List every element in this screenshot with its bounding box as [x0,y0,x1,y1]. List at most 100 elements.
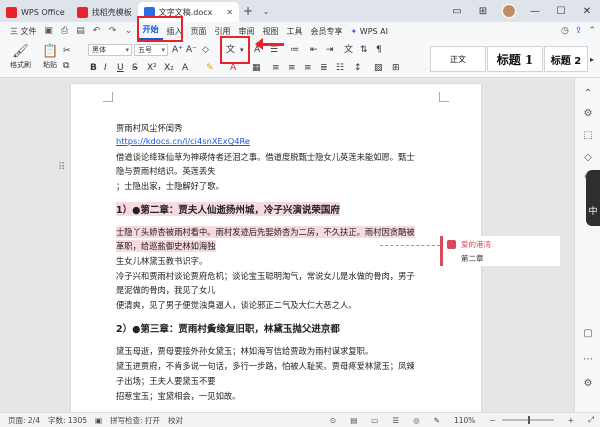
undo-icon[interactable]: ↶ [92,26,102,36]
decrease-indent-icon[interactable]: ⇤ [310,44,318,56]
subscript-icon[interactable]: X₂ [164,62,174,74]
shape-icon[interactable]: ◇ [582,152,594,164]
tab-wps-office[interactable]: WPS Office [0,2,71,22]
number-list-icon[interactable]: ≔ [290,44,299,56]
align-left-icon[interactable]: ≡ [272,62,280,74]
doc-line-commented: 革职，给巡盐御史林如海独 [116,240,216,252]
menu-view[interactable]: 视图 [259,26,283,37]
paste-button[interactable]: 📋 粘贴 [42,44,58,70]
share-icon[interactable]: ⇪ [575,26,583,36]
more-tools-icon[interactable]: ⋯ [582,354,594,366]
bold-icon[interactable]: B [90,62,97,74]
zoom-in-icon[interactable]: + [568,416,574,425]
document-page[interactable]: 贾雨村风尘怀闺秀 https://kdocs.cn/l/ci4snXExQ4Re… [71,84,481,412]
underline-icon[interactable]: U [117,62,124,74]
highlight-icon[interactable]: ✎ [206,62,214,74]
close-window-icon[interactable]: ✕ [574,6,600,17]
redo-icon[interactable]: ↷ [108,26,118,36]
menu-reference[interactable]: 引用 [211,26,235,37]
add-tab-button[interactable]: + [239,4,257,18]
web-view-icon[interactable]: ◎ [413,416,420,425]
doc-link[interactable]: https://kdocs.cn/l/ci4snXExQ4Re [116,136,250,146]
doc-line: 黛玉母逝，贾母要接外孙女黛玉；林如海写信给贾政为雨村谋求复职。 [116,346,374,356]
cut-icon[interactable]: ✂ [63,45,71,57]
print-icon[interactable]: ⎙ [60,26,70,36]
word-count[interactable]: 字数: 1305 [48,415,87,426]
styles-more-icon[interactable]: ▸ [590,54,594,66]
zoom-level[interactable]: 110% [454,416,475,425]
minimize-icon[interactable]: — [522,6,548,17]
ribbon-toolbar: 🖌 格式刷 📋 粘贴 ✂ ⧉ 黑体 五号 A⁺ A⁻ ◇ 文 ▾ A B I U… [0,40,600,78]
wps-ai-button[interactable]: ✦ WPS AI [347,27,392,36]
close-tab-icon[interactable]: ✕ [226,8,233,17]
justify-icon[interactable]: ≣ [320,62,328,74]
style-heading-1[interactable]: 标题 1 [487,46,543,72]
zoom-out-icon[interactable]: − [489,416,495,425]
text-effect-icon[interactable]: A [182,62,188,74]
brush-icon: 🖌 [12,44,29,59]
collapse-panel-icon[interactable]: ⌃ [582,88,594,100]
distribute-icon[interactable]: ☷ [336,62,344,74]
layout-icon[interactable]: ⊞ [470,6,496,17]
menu-member[interactable]: 会员专享 [307,26,347,37]
font-name-select[interactable]: 黑体 [88,44,132,56]
adjust-icon[interactable]: ⚙ [582,108,594,120]
copy-icon[interactable]: ⧉ [63,60,69,72]
superscript-icon[interactable]: X² [147,62,157,74]
annotation-home-tab-frame [137,16,183,42]
strikethrough-icon[interactable]: S̶ [132,62,138,74]
tab-template[interactable]: 找稻壳模板 [71,2,138,22]
increase-indent-icon[interactable]: ⇥ [326,44,334,56]
tab-bar: WPS Office 找稻壳模板 文字文稿.docx ✕ + ⌄ ▭ ⊞ — ☐… [0,0,600,22]
outline-view-icon[interactable]: ☰ [392,416,399,425]
focus-view-icon[interactable]: ▤ [350,416,357,425]
more-icon[interactable]: ⌄ [124,26,134,36]
tab-dropdown-icon[interactable]: ⌄ [257,7,275,16]
write-view-icon[interactable]: ✎ [434,416,440,425]
comment-card[interactable]: 爱的港湾 第二章 [440,236,560,266]
style-normal[interactable]: 正文 [430,46,486,72]
menu-review[interactable]: 审阅 [235,26,259,37]
comment-tool-icon[interactable]: ▢ [582,328,594,340]
tile-icon[interactable]: ▭ [444,6,470,17]
avatar[interactable] [502,4,516,18]
shrink-font-icon[interactable]: A⁻ [186,44,197,56]
fit-page-icon[interactable]: ⤢ [588,415,594,425]
style-heading-2[interactable]: 标题 2 [544,46,588,72]
borders-icon[interactable]: ⊞ [392,62,400,74]
spell-check-status[interactable]: 拼写检查: 打开 [110,415,160,426]
menu-page[interactable]: 页面 [187,26,211,37]
align-right-icon[interactable]: ≡ [304,62,312,74]
page-count[interactable]: 页面: 2/4 [8,415,40,426]
char-shading-icon[interactable]: ▦ [252,62,261,74]
format-painter-label: 格式刷 [10,61,31,69]
save-icon[interactable]: ▣ [44,26,54,36]
doc-check-icon[interactable]: ▣ [95,416,102,425]
protect-icon[interactable]: ⊙ [330,416,336,425]
history-icon[interactable]: ◷ [561,26,569,36]
promo-widget[interactable]: 中 [586,170,600,226]
show-marks-icon[interactable]: ¶ [376,44,382,56]
format-painter-button[interactable]: 🖌 格式刷 [10,44,31,70]
align-center-icon[interactable]: ≡ [288,62,296,74]
shading-icon[interactable]: ▨ [374,62,383,74]
menu-tools[interactable]: 工具 [283,26,307,37]
preview-icon[interactable]: ▤ [76,26,86,36]
select-icon[interactable]: ⬚ [582,130,594,142]
drag-handle-icon[interactable]: ⠿ [58,162,65,173]
maximize-icon[interactable]: ☐ [548,6,574,17]
file-menu[interactable]: 三 文件 [6,26,41,37]
collapse-icon[interactable]: ⌃ [588,26,596,36]
chinese-layout-icon[interactable]: 文 [344,44,353,56]
grow-font-icon[interactable]: A⁺ [172,44,183,56]
zoom-slider[interactable] [501,416,554,424]
proofread-button[interactable]: 校对 [168,415,183,426]
line-spacing-icon[interactable]: ↕ [354,62,362,74]
settings-icon[interactable]: ⚙ [582,378,594,390]
clear-format-icon[interactable]: ◇ [202,44,209,56]
page-view-icon[interactable]: ▭ [371,416,378,425]
font-size-select[interactable]: 五号 [134,44,168,56]
sort-icon[interactable]: ⇅ [360,44,368,56]
italic-icon[interactable]: I [104,62,107,74]
tab-label: WPS Office [21,7,65,17]
